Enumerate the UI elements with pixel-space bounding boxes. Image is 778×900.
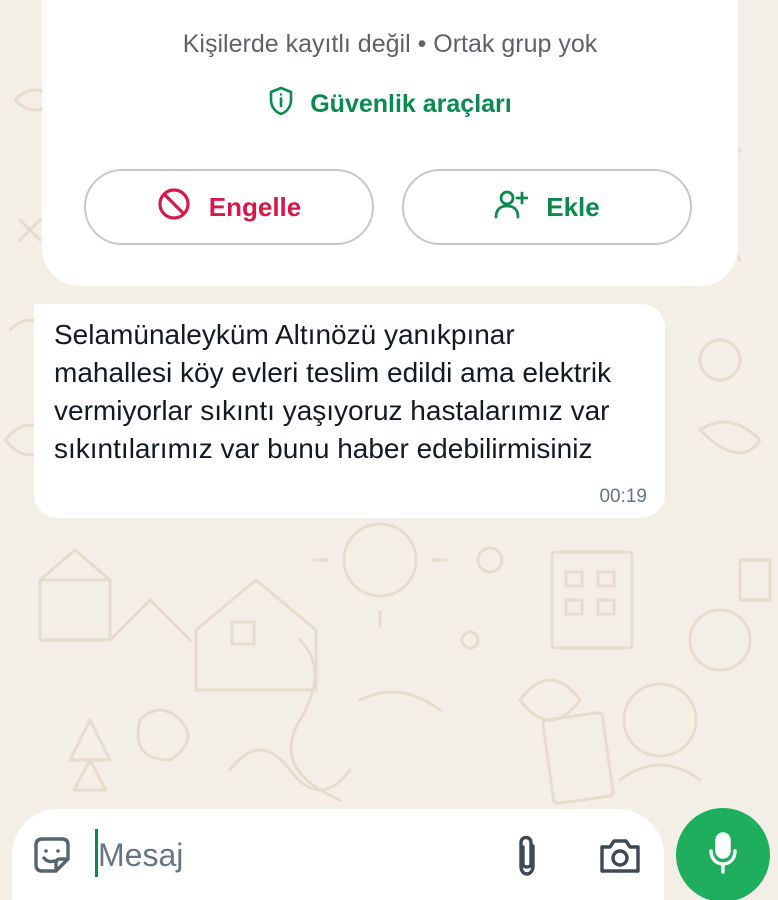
message-input[interactable]	[94, 829, 478, 881]
safety-tools-link[interactable]: Güvenlik araçları	[42, 86, 738, 123]
voice-message-button[interactable]	[676, 808, 770, 900]
block-icon	[157, 187, 191, 228]
sticker-icon[interactable]	[30, 833, 74, 877]
camera-icon[interactable]	[598, 837, 642, 875]
contact-info-card: Kişilerde kayıtlı değil • Ortak grup yok…	[42, 0, 738, 286]
shield-info-icon	[268, 86, 294, 123]
text-caret	[95, 829, 98, 877]
contact-status-text: Kişilerde kayıtlı değil • Ortak grup yok	[182, 30, 598, 58]
add-contact-button[interactable]: Ekle	[402, 169, 692, 245]
incoming-message-bubble[interactable]: Selamünaleyküm Altınözü yanıkpınar mahal…	[34, 304, 665, 518]
safety-tools-label: Güvenlik araçları	[310, 90, 512, 118]
paperclip-icon[interactable]	[510, 834, 544, 878]
add-contact-icon	[494, 187, 529, 228]
message-composer	[12, 809, 664, 900]
message-timestamp: 00:19	[599, 486, 647, 507]
mic-icon	[707, 831, 739, 880]
block-button[interactable]: Engelle	[84, 169, 374, 245]
block-label: Engelle	[208, 191, 302, 222]
message-text: Selamünaleyküm Altınözü yanıkpınar mahal…	[54, 319, 612, 464]
add-label: Ekle	[546, 191, 600, 222]
